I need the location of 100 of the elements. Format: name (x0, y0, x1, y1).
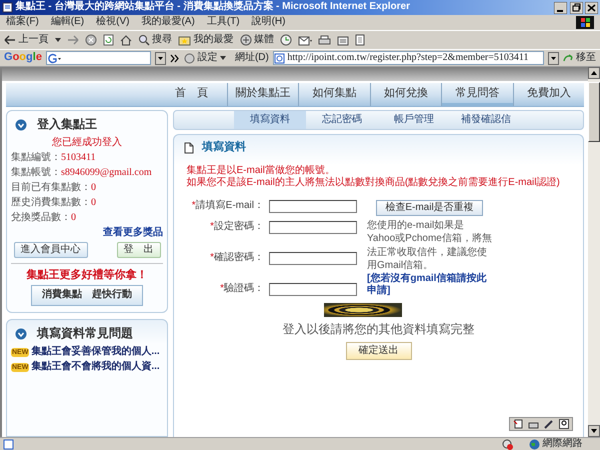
page-icon (2, 438, 14, 450)
privacy-icon (502, 438, 514, 450)
menu-item[interactable]: 編輯(E) (50, 16, 84, 29)
google-g-icon (46, 52, 61, 64)
nav-item[interactable]: 常見問答 (442, 83, 514, 106)
settings-button[interactable]: 設定 (184, 52, 226, 64)
home-icon[interactable] (120, 34, 132, 46)
media-button[interactable]: 媒體 (240, 34, 274, 46)
logout-button[interactable]: 登 出 (116, 242, 160, 258)
nav-item[interactable]: 關於集點王 (228, 83, 299, 106)
edit-icon[interactable] (337, 34, 349, 46)
submit-button[interactable]: 確定送出 (346, 342, 412, 360)
down-arrow-circle-icon (15, 118, 27, 130)
media-label: 媒體 (254, 34, 274, 46)
go-button[interactable]: 移至 (562, 52, 596, 64)
pen-icon[interactable] (544, 419, 554, 429)
document-icon[interactable] (355, 34, 365, 46)
search-label: 搜尋 (152, 34, 172, 46)
nav-item[interactable]: 免費加入 (514, 83, 584, 106)
faq-link[interactable]: 集點王會不會將我的個人資... (31, 360, 160, 374)
field-label: *驗證碼： (219, 283, 264, 296)
more-prizes-link[interactable]: 查看更多獎品 (103, 226, 163, 239)
scrollbar[interactable] (588, 67, 600, 437)
nav-item[interactable]: 如何集點 (299, 83, 370, 106)
sub-nav-item[interactable]: 忘記密碼 (306, 111, 378, 129)
favorites-label: 我的最愛 (194, 34, 234, 46)
settings-label: 設定 (197, 52, 218, 64)
caret-icon (220, 56, 226, 60)
form-title: 填寫資料 (202, 141, 246, 155)
notice-text: 如果您不是該E-mail的主人將無法以點數對換商品(點數兌換之前需要進行E-mail認證) (186, 177, 561, 190)
info-line: 歷史消費集點數：0 (11, 196, 97, 209)
down-arrow-circle-icon (15, 328, 27, 340)
member-center-button[interactable]: 進入會員中心 (14, 242, 88, 258)
apply-gmail-link[interactable]: [您若沒有gmail信箱請按此申請] (367, 272, 492, 298)
caret-icon[interactable] (54, 38, 60, 42)
back-label: 上一頁 (18, 34, 48, 46)
menu-item[interactable]: 我的最愛(A) (141, 16, 195, 29)
sub-nav-item[interactable]: 補發確認信 (450, 111, 522, 129)
nav-item[interactable]: 如何兌換 (370, 83, 442, 106)
info-line: 目前已有集點數：0 (11, 182, 97, 194)
go-label: 移至 (576, 52, 596, 64)
address-label: 網址(D) (234, 52, 269, 64)
google-search-field[interactable] (46, 51, 151, 65)
menu-item[interactable]: 工具(T) (206, 16, 240, 29)
refresh-icon[interactable] (102, 34, 114, 46)
go-arrow-icon (562, 53, 574, 63)
panel-title: 填寫資料常見問題 (37, 326, 133, 342)
sub-nav-item[interactable]: 帳戶管理 (378, 111, 450, 129)
windows-logo-icon (576, 16, 594, 29)
menu-item[interactable]: 說明(H) (252, 16, 286, 29)
text-input[interactable] (269, 282, 357, 296)
search-button[interactable]: 搜尋 (138, 34, 172, 46)
globe-icon (529, 438, 540, 450)
nav-item[interactable]: 首 頁 (156, 83, 228, 106)
page-icon (2, 2, 13, 13)
text-input[interactable] (269, 200, 357, 213)
login-status: 您已經成功登入 (51, 136, 123, 149)
help-icon[interactable] (559, 419, 569, 429)
info-line: 集點帳號：s8946099@gmail.com (11, 166, 153, 179)
scroll-down-icon[interactable] (588, 425, 600, 437)
zone-label: 網際網路 (542, 438, 582, 450)
info-line: 集點編號：5103411 (11, 152, 97, 164)
back-arrow-icon (4, 35, 16, 45)
dropdown-icon[interactable] (154, 52, 166, 64)
menu-item[interactable]: 檢視(V) (96, 16, 130, 29)
stop-icon[interactable] (84, 34, 96, 46)
check-email-button[interactable]: 檢查E-mail是否重複 (376, 200, 483, 216)
panel-title: 登入集點王 (37, 117, 97, 132)
text-input[interactable] (269, 252, 357, 265)
scroll-up-icon[interactable] (588, 67, 600, 79)
minimize-icon[interactable] (554, 2, 567, 14)
address-field[interactable]: http://ipoint.com.tw/register.php?step=2&member=5103411 (272, 51, 544, 65)
action-button[interactable]: 消費集點 趕快行動 (31, 285, 143, 306)
close-icon[interactable] (585, 2, 598, 14)
text-input[interactable] (269, 220, 357, 234)
info-line: 兌換獎品數：0 (11, 212, 77, 224)
double-chevron-icon[interactable] (170, 54, 180, 62)
field-label: *請填寫E-mail： (190, 200, 264, 212)
scroll-thumb[interactable] (588, 82, 600, 142)
dropdown-icon[interactable] (548, 52, 558, 64)
notice-text: 集點王是以E-mail當做您的帳號。 (186, 164, 336, 176)
faq-link[interactable]: 集點王會妥善保管我的個人... (31, 346, 160, 358)
document-icon (184, 142, 194, 154)
promo-text: 集點王更多好禮等你拿！ (26, 269, 148, 283)
back-button[interactable]: 上一頁 (4, 34, 48, 46)
history-icon[interactable] (280, 34, 292, 46)
sub-nav-item[interactable]: 填寫資料 (234, 111, 306, 129)
search-icon (138, 34, 150, 46)
printer-icon[interactable] (528, 420, 539, 428)
favorites-button[interactable]: 我的最愛 (178, 34, 234, 46)
window-title: 集點王 - 台灣最大的跨網站集點平台 - 消費集點換獎品方案 - Microsoft Internet Explorer (16, 1, 411, 14)
field-label: *確認密碼： (209, 252, 264, 264)
printer-icon[interactable] (318, 34, 331, 46)
menu-item[interactable]: 檔案(F) (6, 16, 39, 29)
hint-text: 您使用的e-mail如果是Yahoo或Pchome信箱，將無法正常收取信件，建議您使用Gmail信箱。 (367, 218, 492, 272)
mail-icon[interactable] (298, 34, 312, 46)
info-text: 登入以後請將您的其他資料填寫完整 (282, 322, 476, 337)
ie-page-icon (274, 52, 285, 64)
google-logo: Google (4, 51, 42, 65)
restore-icon[interactable] (570, 2, 582, 14)
